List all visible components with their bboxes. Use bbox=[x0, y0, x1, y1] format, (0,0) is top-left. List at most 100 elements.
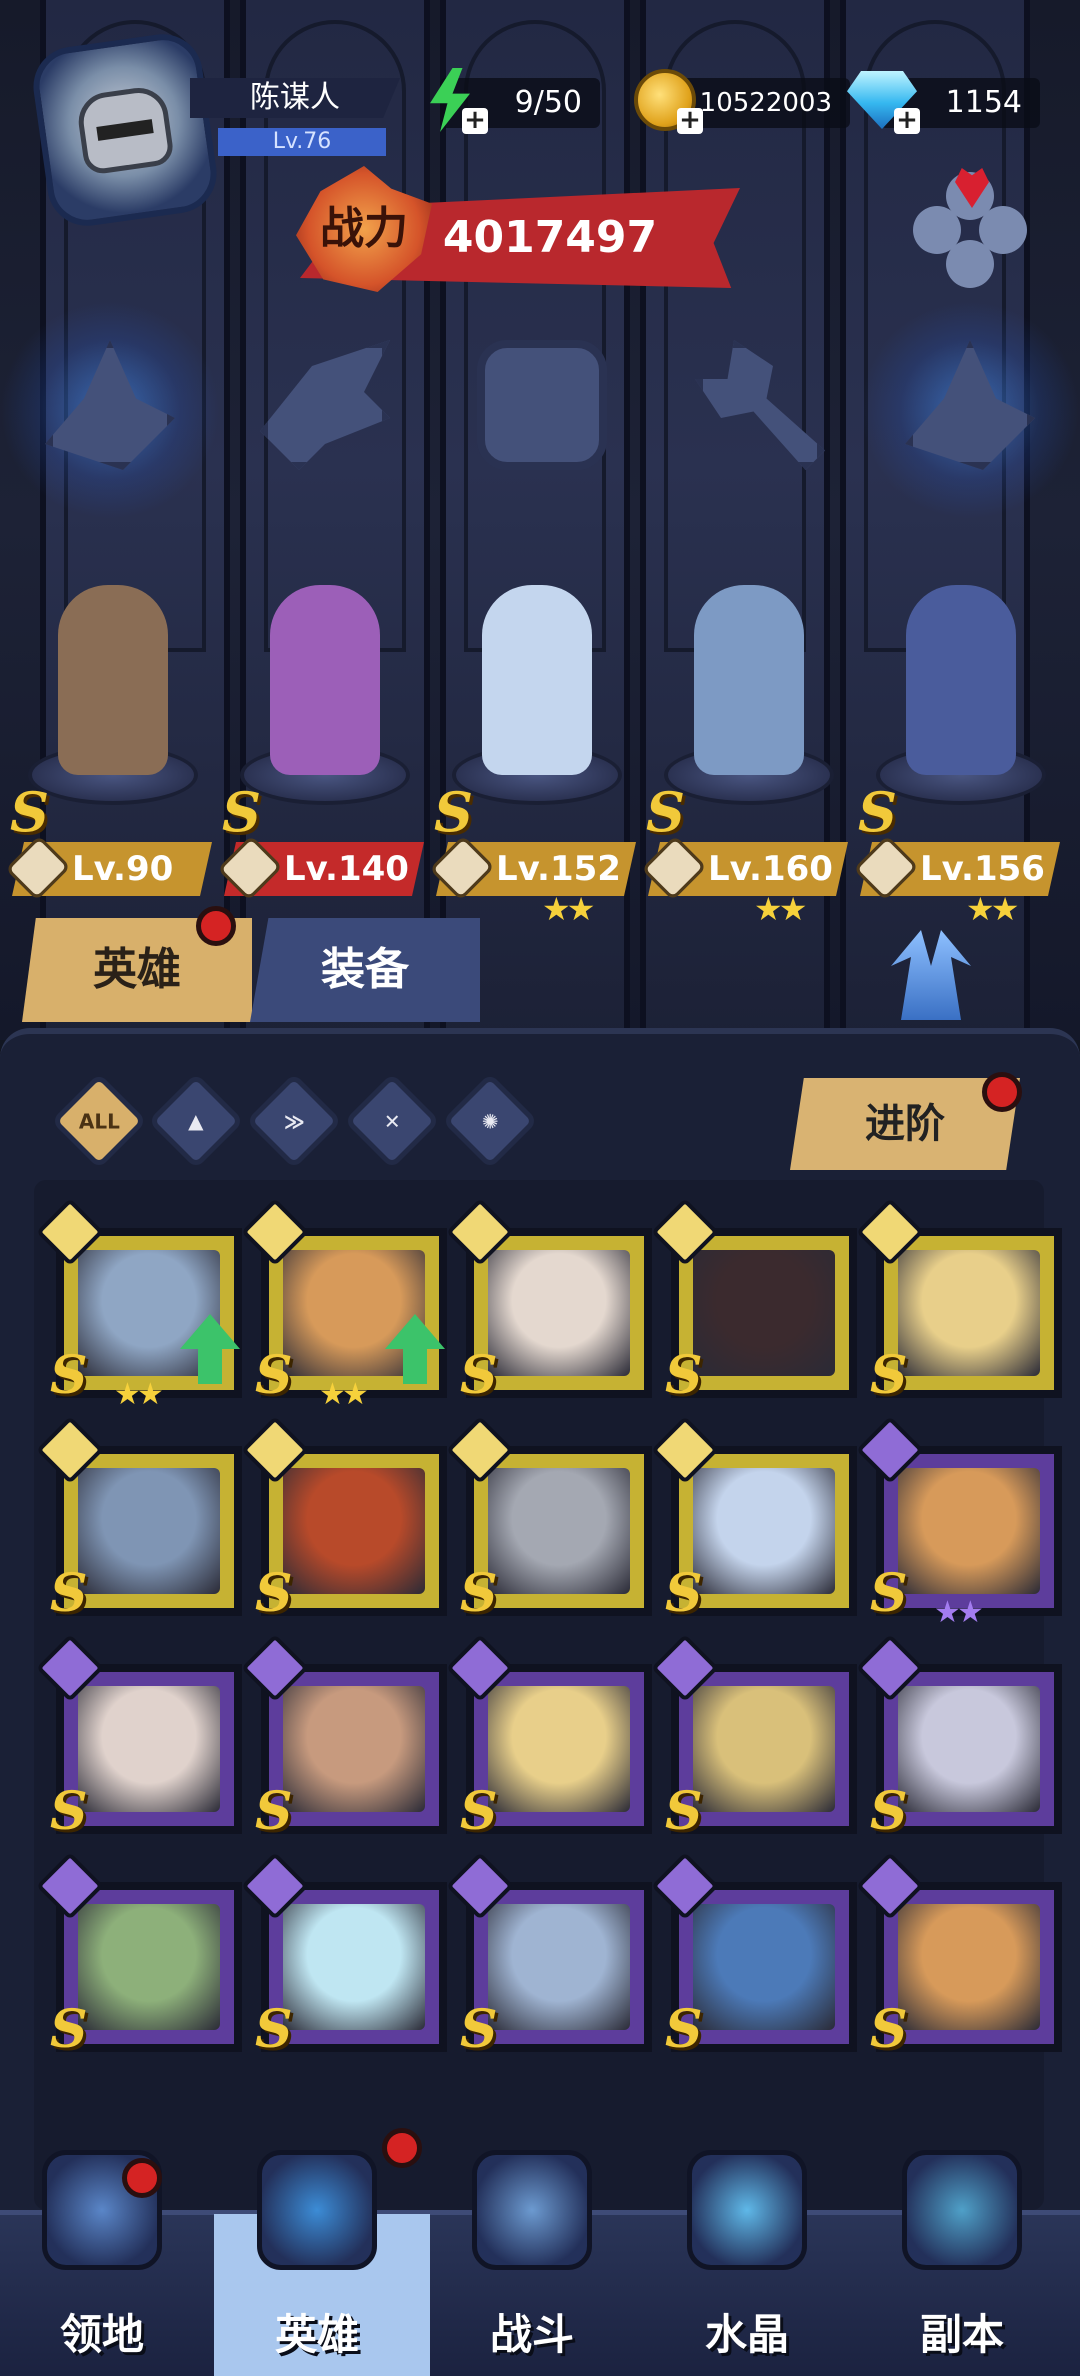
hero-portrait bbox=[283, 1686, 425, 1812]
hero-card[interactable]: S ★★ bbox=[856, 1416, 1062, 1630]
hero-figure bbox=[906, 585, 1016, 775]
nav-item[interactable]: 领地 bbox=[2, 2150, 202, 2376]
hero-card[interactable]: S ★★ bbox=[241, 1198, 447, 1412]
portal-icon bbox=[902, 2150, 1022, 2270]
hero-portrait bbox=[488, 1686, 630, 1812]
nav-item[interactable]: 副本 bbox=[862, 2150, 1062, 2376]
hero-card[interactable]: S bbox=[651, 1198, 857, 1406]
filter-mage[interactable]: ▲ bbox=[147, 1072, 245, 1170]
gold-value: 10522003 bbox=[680, 78, 850, 128]
wizard-hat-icon bbox=[257, 2150, 377, 2270]
hero-grade: S bbox=[50, 1345, 88, 1406]
hero-grade: S bbox=[255, 1345, 293, 1406]
mage-class-emblem bbox=[30, 320, 190, 490]
hero-figure bbox=[270, 585, 380, 775]
hero-portrait bbox=[78, 1686, 220, 1812]
nav-label: 领地 bbox=[59, 2310, 144, 2359]
filter-wing[interactable]: ≫ bbox=[245, 1072, 343, 1170]
hero-card[interactable]: S bbox=[856, 1852, 1062, 2060]
hero-grade: S bbox=[665, 1781, 703, 1842]
tab-equipment[interactable]: 装备 bbox=[250, 918, 480, 1022]
filter-beast[interactable]: ✺ bbox=[441, 1072, 539, 1170]
hero-grade: S bbox=[10, 780, 49, 844]
lineup-hero[interactable] bbox=[432, 555, 622, 805]
hero-card[interactable]: S bbox=[36, 1634, 242, 1842]
hero-card[interactable]: S bbox=[651, 1416, 857, 1624]
hero-portrait bbox=[283, 1468, 425, 1594]
hero-grade: S bbox=[50, 1563, 88, 1624]
hero-portrait bbox=[283, 1904, 425, 2030]
lineup-hero[interactable] bbox=[644, 555, 834, 805]
hero-grade: S bbox=[222, 780, 261, 844]
hero-grade: S bbox=[665, 1345, 703, 1406]
hero-card[interactable]: S bbox=[241, 1634, 447, 1842]
diamond-add-button[interactable]: + bbox=[842, 60, 922, 140]
hero-portrait bbox=[898, 1468, 1040, 1594]
hero-portrait bbox=[693, 1250, 835, 1376]
hero-portrait bbox=[78, 1468, 220, 1594]
knight-helmet-icon bbox=[74, 84, 176, 176]
hero-portrait bbox=[693, 1904, 835, 2030]
beast-icon: ✺ bbox=[481, 1108, 499, 1133]
hero-card[interactable]: S ★★ bbox=[36, 1198, 242, 1412]
hero-grade: S bbox=[50, 1781, 88, 1842]
nav-item[interactable]: 水晶 bbox=[647, 2150, 847, 2376]
hero-card[interactable]: S bbox=[856, 1198, 1062, 1406]
hero-portrait bbox=[488, 1468, 630, 1594]
stamina-add-button[interactable]: + bbox=[410, 60, 490, 140]
hero-card[interactable]: S bbox=[651, 1852, 857, 2060]
filter-all[interactable]: ALL bbox=[50, 1072, 148, 1170]
hero-card[interactable]: S bbox=[241, 1416, 447, 1624]
hero-stars: ★★ bbox=[114, 1377, 164, 1412]
hero-grade: S bbox=[870, 1563, 908, 1624]
hero-grade: S bbox=[255, 1781, 293, 1842]
hero-portrait bbox=[488, 1250, 630, 1376]
hero-figure bbox=[58, 585, 168, 775]
hero-portrait bbox=[693, 1468, 835, 1594]
hero-grade: S bbox=[665, 1999, 703, 2060]
player-name: 陈谋人 bbox=[190, 78, 400, 118]
nav-label: 副本 bbox=[919, 2310, 1004, 2359]
hero-grade: S bbox=[870, 1781, 908, 1842]
hero-grade: S bbox=[870, 1999, 908, 2060]
sword-icon bbox=[472, 2150, 592, 2270]
hero-grade: S bbox=[858, 780, 897, 844]
hero-portrait bbox=[898, 1904, 1040, 2030]
hero-card[interactable]: S bbox=[36, 1416, 242, 1624]
lineup-hero[interactable] bbox=[8, 555, 198, 805]
hero-card[interactable]: S bbox=[856, 1634, 1062, 1842]
filter-wrench[interactable]: ✕ bbox=[343, 1072, 441, 1170]
hero-portrait bbox=[488, 1904, 630, 2030]
plus-icon: + bbox=[462, 107, 488, 134]
hero-card[interactable]: S bbox=[446, 1198, 652, 1406]
hero-portrait bbox=[693, 1686, 835, 1812]
lineup-hero[interactable] bbox=[220, 555, 410, 805]
hero-portrait bbox=[898, 1686, 1040, 1812]
plus-icon: + bbox=[894, 107, 920, 134]
hero-card[interactable]: S bbox=[651, 1634, 857, 1842]
hero-grade: S bbox=[255, 1563, 293, 1624]
nav-item[interactable]: 战斗 bbox=[432, 2150, 632, 2376]
notification-dot bbox=[382, 2128, 422, 2168]
hero-grade: S bbox=[460, 1345, 498, 1406]
hero-card[interactable]: S bbox=[446, 1416, 652, 1624]
hero-stars: ★★ bbox=[542, 890, 595, 928]
crystal-icon bbox=[687, 2150, 807, 2270]
nav-label: 英雄 bbox=[274, 2310, 359, 2359]
hero-grade: S bbox=[646, 780, 685, 844]
hero-card[interactable]: S bbox=[446, 1634, 652, 1842]
nav-item[interactable]: 英雄 bbox=[217, 2150, 417, 2376]
player-avatar[interactable] bbox=[28, 29, 222, 231]
hero-grade: S bbox=[460, 1999, 498, 2060]
wing-class-emblem bbox=[245, 320, 405, 490]
gold-add-button[interactable]: + bbox=[625, 60, 705, 140]
hero-card[interactable]: S bbox=[36, 1852, 242, 2060]
petal-shape bbox=[946, 240, 994, 288]
lineup-hero[interactable] bbox=[856, 555, 1046, 805]
mage-icon: ▲ bbox=[188, 1108, 204, 1133]
wrench-icon: ✕ bbox=[383, 1108, 401, 1133]
hero-grade: S bbox=[255, 1999, 293, 2060]
hero-card[interactable]: S bbox=[446, 1852, 652, 2060]
hero-card[interactable]: S bbox=[241, 1852, 447, 2060]
plus-icon: + bbox=[677, 107, 703, 134]
